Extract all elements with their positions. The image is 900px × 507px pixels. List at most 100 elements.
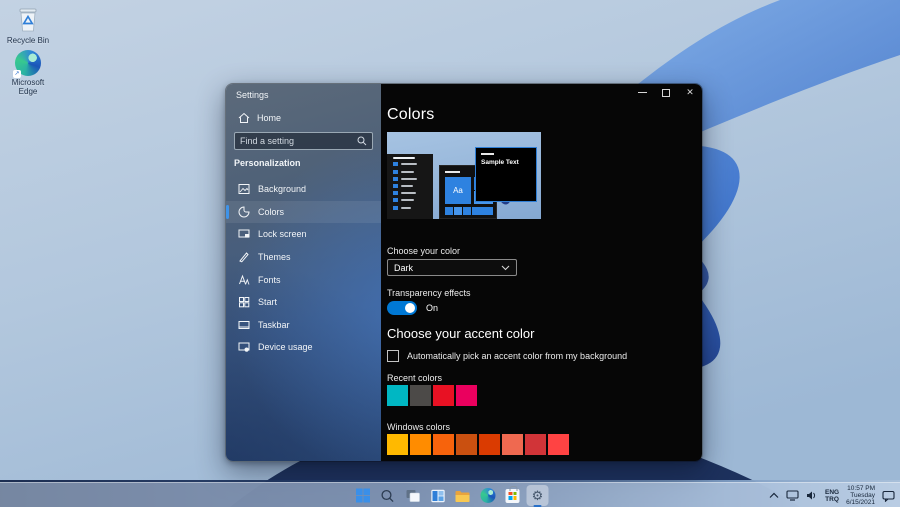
background-icon bbox=[238, 183, 250, 195]
auto-accent-label: Automatically pick an accent color from … bbox=[407, 351, 627, 361]
window-titlebar[interactable]: ✕ bbox=[630, 84, 702, 101]
volume-icon[interactable] bbox=[806, 490, 818, 501]
clock-date: 6/15/2021 bbox=[846, 499, 875, 506]
dropdown-value: Dark bbox=[394, 263, 501, 273]
recent-colors-label: Recent colors bbox=[387, 373, 442, 383]
accent-color-heading: Choose your accent color bbox=[387, 326, 534, 341]
color-swatch[interactable] bbox=[387, 434, 408, 455]
clock[interactable]: 10:57 PM Tuesday 6/15/2021 bbox=[846, 485, 875, 506]
maximize-button[interactable] bbox=[654, 84, 678, 101]
sidebar-item-lock-screen[interactable]: Lock screen bbox=[226, 223, 381, 246]
sidebar-item-label: Start bbox=[258, 297, 277, 307]
preview-settings-panel bbox=[387, 154, 433, 219]
task-view-button[interactable] bbox=[402, 485, 424, 506]
recycle-bin-icon bbox=[15, 6, 41, 34]
sidebar-nav: Background Colors Lock screen bbox=[226, 178, 381, 359]
clock-time: 10:57 PM bbox=[846, 485, 875, 492]
preview-aa-tile: Aa bbox=[445, 177, 471, 204]
recent-colors-swatches bbox=[387, 385, 477, 406]
sidebar-item-fonts[interactable]: Fonts bbox=[226, 268, 381, 291]
search-icon bbox=[381, 489, 395, 503]
color-swatch[interactable] bbox=[433, 434, 454, 455]
settings-content: ✕ Colors bbox=[381, 84, 702, 461]
windows-colors-label: Windows colors bbox=[387, 422, 450, 432]
color-swatch[interactable] bbox=[387, 385, 408, 406]
sidebar-item-label: Themes bbox=[258, 252, 291, 262]
sidebar-item-taskbar[interactable]: Taskbar bbox=[226, 314, 381, 337]
windows-colors-swatches bbox=[387, 434, 569, 455]
language-indicator[interactable]: ENG TRQ bbox=[825, 489, 839, 503]
taskbar-icon bbox=[238, 319, 250, 331]
store-icon bbox=[506, 489, 520, 503]
desktop-icon-label: Recycle Bin bbox=[2, 36, 54, 45]
transparency-label: Transparency effects bbox=[387, 288, 471, 298]
file-explorer-icon bbox=[455, 489, 471, 503]
sidebar-section-label: Personalization bbox=[234, 158, 301, 168]
language-line1: ENG bbox=[825, 489, 839, 496]
theme-preview: Aa Sample Text bbox=[387, 132, 541, 219]
preview-sample-text: Sample Text bbox=[481, 159, 519, 166]
shortcut-arrow-icon: ↗ bbox=[13, 70, 21, 78]
system-tray: ENG TRQ 10:57 PM Tuesday 6/15/2021 bbox=[769, 483, 895, 507]
sidebar-item-start[interactable]: Start bbox=[226, 291, 381, 314]
settings-button[interactable]: ⚙ bbox=[527, 485, 549, 506]
fonts-icon bbox=[238, 274, 250, 286]
store-button[interactable] bbox=[502, 485, 524, 506]
close-icon: ✕ bbox=[686, 87, 694, 98]
colors-icon bbox=[238, 206, 250, 218]
sidebar-item-device-usage[interactable]: Device usage bbox=[226, 336, 381, 359]
settings-gear-icon: ⚙ bbox=[532, 489, 544, 502]
chevron-up-icon[interactable] bbox=[769, 492, 779, 499]
sidebar-item-background[interactable]: Background bbox=[226, 178, 381, 201]
themes-icon bbox=[238, 251, 250, 263]
device-usage-icon bbox=[238, 341, 250, 353]
sidebar-item-themes[interactable]: Themes bbox=[226, 246, 381, 269]
color-swatch[interactable] bbox=[456, 385, 477, 406]
language-line2: TRQ bbox=[825, 496, 839, 503]
widgets-button[interactable] bbox=[427, 485, 449, 506]
preview-sample-window: Sample Text bbox=[475, 147, 537, 202]
settings-search-box[interactable] bbox=[234, 132, 373, 150]
page-title: Colors bbox=[387, 106, 434, 124]
sidebar-item-label: Lock screen bbox=[258, 229, 307, 239]
start-icon bbox=[355, 488, 370, 503]
color-swatch[interactable] bbox=[410, 385, 431, 406]
desktop: Recycle Bin ↗ Microsoft Edge Settings Ho… bbox=[0, 0, 900, 507]
color-swatch[interactable] bbox=[525, 434, 546, 455]
sidebar-item-label: Background bbox=[258, 184, 306, 194]
desktop-icon-edge[interactable]: ↗ Microsoft Edge bbox=[2, 50, 54, 96]
start-button[interactable] bbox=[352, 485, 374, 506]
search-button[interactable] bbox=[377, 485, 399, 506]
color-swatch[interactable] bbox=[479, 434, 500, 455]
color-swatch[interactable] bbox=[433, 385, 454, 406]
auto-accent-checkbox[interactable] bbox=[387, 350, 399, 362]
color-swatch[interactable] bbox=[456, 434, 477, 455]
window-title: Settings bbox=[236, 90, 269, 100]
transparency-toggle[interactable] bbox=[387, 301, 417, 315]
desktop-icon-recycle-bin[interactable]: Recycle Bin bbox=[2, 6, 54, 45]
chat-icon[interactable] bbox=[882, 490, 895, 502]
color-swatch[interactable] bbox=[502, 434, 523, 455]
toggle-state-label: On bbox=[426, 303, 438, 313]
search-input[interactable] bbox=[240, 136, 357, 146]
task-view-icon bbox=[405, 489, 420, 503]
home-icon bbox=[238, 112, 250, 124]
close-button[interactable]: ✕ bbox=[678, 84, 702, 101]
selected-indicator bbox=[226, 205, 229, 219]
desktop-icon-label: Microsoft Edge bbox=[2, 78, 54, 96]
edge-button[interactable] bbox=[477, 485, 499, 506]
settings-window: Settings Home Personalization bbox=[225, 83, 703, 462]
color-swatch[interactable] bbox=[548, 434, 569, 455]
sidebar-item-label: Device usage bbox=[258, 342, 313, 352]
sidebar-item-colors[interactable]: Colors bbox=[226, 201, 381, 224]
file-explorer-button[interactable] bbox=[452, 485, 474, 506]
sidebar-item-label: Fonts bbox=[258, 275, 281, 285]
chevron-down-icon bbox=[501, 265, 510, 271]
sidebar-home-label: Home bbox=[257, 113, 281, 123]
color-mode-dropdown[interactable]: Dark bbox=[387, 259, 517, 276]
widgets-icon bbox=[430, 489, 445, 503]
minimize-button[interactable] bbox=[630, 84, 654, 101]
sidebar-item-home[interactable]: Home bbox=[238, 112, 281, 124]
color-swatch[interactable] bbox=[410, 434, 431, 455]
network-icon[interactable] bbox=[786, 490, 799, 501]
